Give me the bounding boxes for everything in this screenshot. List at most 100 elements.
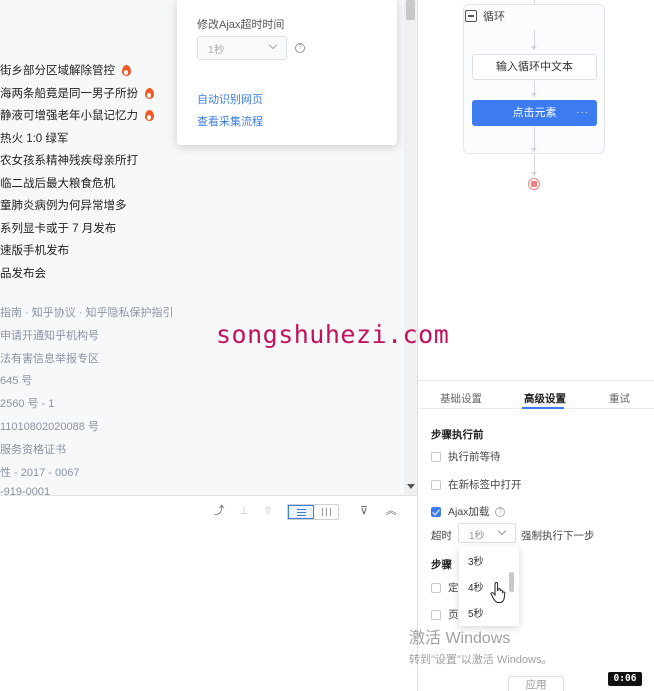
apply-button[interactable]: 应用 [508,676,564,691]
footer-link[interactable]: 指南 · 知乎协议 · 知乎隐私保护指引 [0,304,174,320]
hot-list-item[interactable]: 速版手机发布 [0,240,69,260]
popup-timeout-select[interactable]: 1秒 [197,36,287,60]
footer-link[interactable]: 法有害信息举报专区 [0,350,99,366]
fire-icon [121,64,131,76]
preview-scrollbar[interactable] [404,0,417,495]
wait-before-option[interactable]: 执行前等待 [431,449,501,464]
partial-checkbox-1[interactable] [431,582,441,593]
footer-link[interactable]: 2560 号 - 1 [0,395,54,411]
open-new-tab-checkbox[interactable] [431,479,441,490]
open-new-tab-label: 在新标签中打开 [448,479,522,491]
ajax-load-option[interactable]: Ajax加载 ? [431,504,506,519]
tab-advanced-settings[interactable]: 高级设置 [524,391,566,406]
node-click-label: 点击元素 [512,107,557,119]
dropdown-option[interactable]: 4秒 [468,579,484,594]
hot-list-item[interactable]: 街乡部分区域解除管控 [0,60,131,80]
timeout-value: 1秒 [469,531,485,542]
fire-icon [144,87,154,99]
dropdown-scrollbar[interactable] [509,572,514,592]
partial-option-1[interactable]: 定 [431,580,459,595]
fire-icon [144,109,154,121]
footer-link[interactable]: 申请开通知乎机构号 [0,327,99,343]
section-before-step: 步骤执行前 [431,429,484,441]
footer-link[interactable]: 11010802020088 号 [0,418,99,434]
end-node-icon[interactable] [528,178,540,190]
tab-retry[interactable]: 重试 [609,391,630,406]
hot-list-item[interactable]: 海两条船竟是同一男子所扮 [0,83,154,103]
workflow-canvas: 循环 输入循环中文本 点击元素 ··· [418,0,654,380]
footer-link[interactable]: 服务资格证书 [0,441,66,457]
export-icon[interactable]: ⇧ [262,505,274,517]
wait-before-label: 执行前等待 [448,451,501,463]
hot-list-item[interactable]: 热火 1:0 绿军 [0,128,68,148]
collapse-icon[interactable]: ︽ [385,505,397,517]
loop-header: 循环 [465,8,505,24]
preview-data-area [0,525,417,691]
ajax-load-checkbox[interactable] [431,506,441,517]
dropdown-option[interactable]: 5秒 [468,605,484,620]
select-children-icon[interactable]: ⊥ [238,505,250,517]
help-icon[interactable]: ? [495,506,506,517]
dropdown-option[interactable]: 3秒 [468,553,484,568]
hot-list-item[interactable]: 童肺炎病例为何异常增多 [0,195,127,215]
scroll-down-arrow-icon[interactable] [407,484,415,489]
chevron-down-icon [268,40,278,50]
flow-arrow-icon [531,172,537,176]
flow-arrow-icon [531,46,537,50]
preview-toolbar: ⤴ ⊥ ⇧ ⊽ ︽ [0,495,417,525]
timeout-label: 超时 [431,530,452,542]
scrollbar-thumb[interactable] [406,0,415,20]
hot-list-item[interactable]: 系列显卡或于 7 月发布 [0,218,116,238]
hot-list-item-text: 热火 1:0 绿军 [0,132,69,145]
hot-list-item[interactable]: 临二战后最大粮食危机 [0,173,115,193]
activate-subtitle: 转到"设置"以激活 Windows。 [409,654,553,666]
auto-detect-link[interactable]: 自动识别网页 [197,91,263,107]
site-watermark: songshuhezi.com [216,320,450,349]
force-next-label: 强制执行下一步 [521,530,595,542]
chevron-down-icon [497,526,507,536]
hot-list-item-text: 农女孩系精神残疾母亲所打 [0,155,138,167]
view-flow-link[interactable]: 查看采集流程 [197,113,263,129]
node-input-loop-text[interactable]: 输入循环中文本 [472,54,597,80]
hot-list-item-text: 街乡部分区域解除管控 [0,65,115,77]
windows-activation-notice: 激活 Windows 转到"设置"以激活 Windows。 [409,624,553,667]
footer-link[interactable]: 性 - 2017 - 0067 [0,464,80,480]
video-timestamp: 0:06 [608,672,642,686]
tab-basic-settings[interactable]: 基础设置 [440,391,482,406]
hot-list-item-text: 海两条船竟是同一男子所扮 [0,87,138,100]
select-parent-icon[interactable]: ⤴ [213,505,225,517]
partial-label-1: 定 [448,582,459,594]
section-after-step: 步骤 [431,559,452,571]
list-view-icon[interactable] [288,505,314,519]
activate-title: 激活 Windows [409,630,511,647]
partial-option-2[interactable]: 页 [431,607,459,622]
timeout-select[interactable]: 1秒 [458,523,516,543]
hand-cursor-icon [490,582,506,603]
hot-list-item-text: 静液可增强老年小鼠记忆力 [0,110,138,122]
partial-label-2: 页 [448,609,459,621]
footer-link[interactable]: 645 号 [0,372,32,388]
node-click-element[interactable]: 点击元素 ··· [472,100,597,126]
hot-list-item-text: 速版手机发布 [0,245,69,257]
hot-list-item-text: 临二战后最大粮食危机 [0,177,115,190]
popup-title: 修改Ajax超时时间 [197,19,285,31]
more-options-icon[interactable]: ··· [576,100,589,126]
partial-checkbox-2[interactable] [431,609,441,620]
active-tab-indicator [522,407,564,409]
view-mode-toggle[interactable] [287,504,339,520]
hot-list-item[interactable]: 农女孩系精神残疾母亲所打 [0,150,138,170]
hot-list-item[interactable]: 静液可增强老年小鼠记忆力 [0,105,154,125]
hot-list-item-text: 系列显卡或于 7 月发布 [0,222,117,235]
flow-arrow-icon [531,148,537,152]
ajax-timeout-popup: 修改Ajax超时时间 1秒 ? 自动识别网页 查看采集流程 [177,0,397,145]
help-icon[interactable]: ? [295,43,305,53]
open-new-tab-option[interactable]: 在新标签中打开 [431,477,522,492]
filter-icon[interactable]: ⊽ [358,505,370,517]
hot-list-item[interactable]: 品发布会 [0,263,46,283]
ajax-load-label: Ajax加载 [448,506,490,518]
collapse-minus-icon[interactable] [465,10,477,22]
hot-list-item-text: 童肺炎病例为何异常增多 [0,200,127,212]
popup-timeout-value: 1秒 [208,44,225,56]
wait-before-checkbox[interactable] [431,451,441,462]
footer-link[interactable]: -919-0001 [0,486,50,495]
